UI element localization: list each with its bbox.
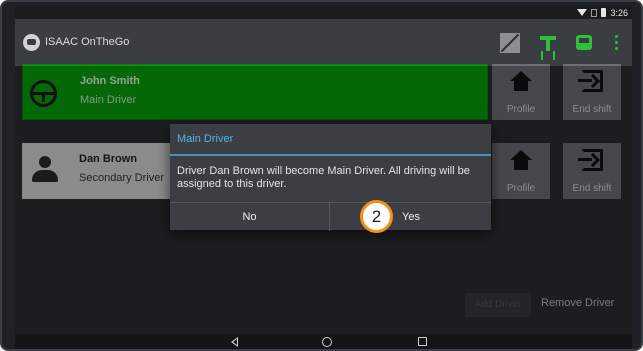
overflow-menu-icon[interactable]: [615, 35, 619, 51]
recents-icon[interactable]: [418, 337, 427, 346]
app-title: ISAAC OnTheGo: [45, 36, 130, 48]
device-frame: 3:26 ISAAC OnTheGo John Smith Main Drive…: [0, 0, 643, 351]
no-button[interactable]: No: [170, 203, 330, 231]
screen: 3:26 ISAAC OnTheGo John Smith Main Drive…: [15, 6, 632, 349]
status-time: 3:26: [610, 7, 628, 18]
app-logo-icon: [23, 34, 40, 51]
wifi-icon: [577, 9, 588, 16]
dialog-title: Main Driver: [177, 133, 234, 145]
status-bar: 3:26: [15, 6, 632, 19]
tachograph-icon[interactable]: [538, 33, 558, 53]
sim-icon: [591, 8, 598, 17]
step-number-badge: 2: [360, 200, 393, 233]
android-nav-bar: [15, 334, 632, 349]
back-icon[interactable]: [231, 337, 238, 347]
home-circle-icon[interactable]: [322, 337, 332, 347]
dialog-actions: No Yes: [170, 202, 491, 231]
app-bar: ISAAC OnTheGo: [15, 19, 632, 66]
status-icons: 3:26: [577, 6, 628, 19]
no-signal-icon[interactable]: [500, 33, 520, 53]
dialog-divider: [170, 154, 491, 156]
battery-icon: [601, 8, 607, 17]
yes-button[interactable]: Yes: [331, 203, 491, 231]
dialog-message: Driver Dan Brown will become Main Driver…: [177, 165, 470, 190]
confirm-dialog: Main Driver Driver Dan Brown will become…: [170, 124, 491, 231]
vehicle-icon[interactable]: [574, 33, 594, 53]
